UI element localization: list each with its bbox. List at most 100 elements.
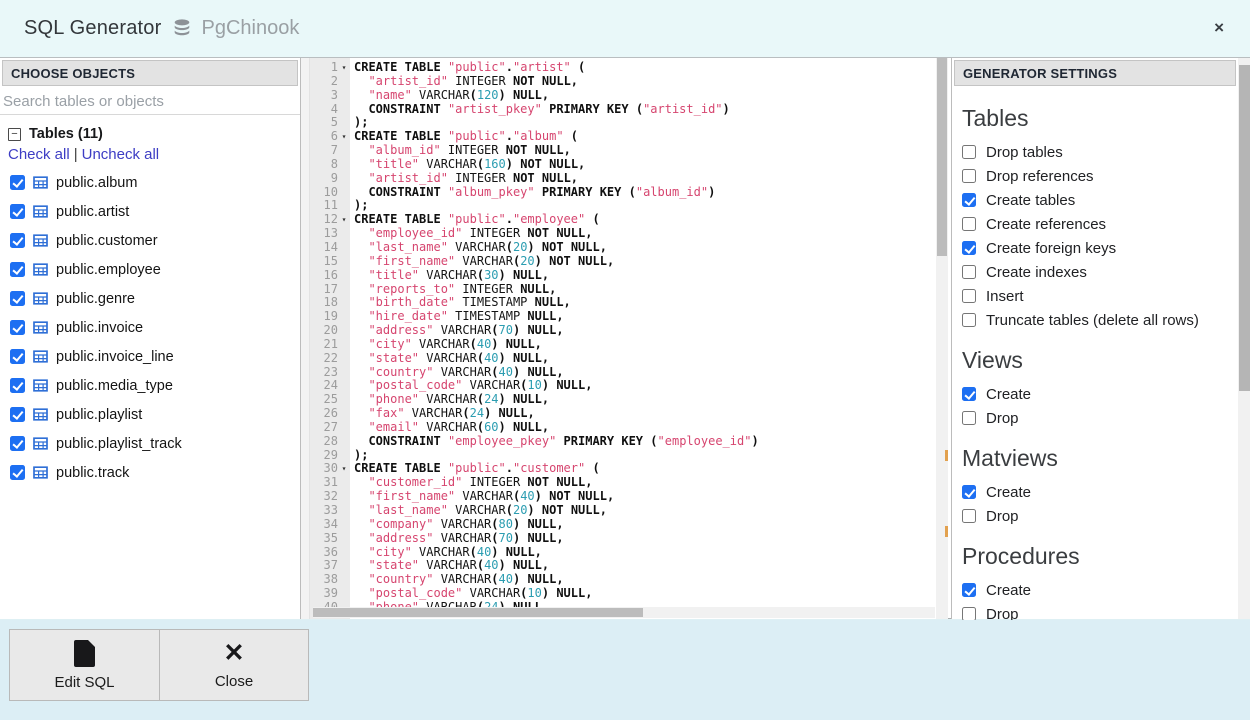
table-checkbox[interactable] — [10, 465, 25, 480]
fold-spacer — [338, 338, 350, 352]
table-row[interactable]: public.playlist_track — [0, 429, 300, 458]
edit-sql-label: Edit SQL — [54, 674, 114, 691]
edit-sql-button[interactable]: Edit SQL — [10, 630, 159, 700]
setting-checkbox[interactable] — [962, 265, 976, 279]
setting-checkbox[interactable] — [962, 387, 976, 401]
setting-checkbox[interactable] — [962, 583, 976, 597]
dialog-close-button[interactable]: × — [1214, 17, 1224, 39]
setting-option-row[interactable]: Drop references — [962, 164, 1228, 188]
footer-button-group: Edit SQL ✕ Close — [9, 629, 309, 701]
editor-vertical-scrollbar-thumb[interactable] — [937, 58, 947, 256]
sql-editor[interactable]: 1▾CREATE TABLE "public"."artist" (2 "art… — [310, 58, 936, 619]
fold-arrow-icon[interactable]: ▾ — [338, 130, 350, 144]
table-row[interactable]: public.employee — [0, 255, 300, 284]
code-text: "customer_id" INTEGER NOT NULL, — [350, 476, 592, 490]
table-checkbox[interactable] — [10, 407, 25, 422]
setting-option-row[interactable]: Create — [962, 382, 1228, 406]
setting-option-row[interactable]: Truncate tables (delete all rows) — [962, 308, 1228, 332]
link-separator: | — [70, 146, 82, 163]
setting-label: Truncate tables (delete all rows) — [986, 312, 1199, 329]
table-checkbox[interactable] — [10, 262, 25, 277]
fold-arrow-icon[interactable]: ▾ — [338, 213, 350, 227]
setting-checkbox[interactable] — [962, 509, 976, 523]
setting-option-row[interactable]: Create tables — [962, 188, 1228, 212]
choose-objects-header: CHOOSE OBJECTS — [2, 60, 298, 86]
table-checkbox[interactable] — [10, 378, 25, 393]
code-text: ); — [350, 449, 368, 463]
setting-option-row[interactable]: Create foreign keys — [962, 236, 1228, 260]
table-checkbox[interactable] — [10, 175, 25, 190]
setting-checkbox[interactable] — [962, 145, 976, 159]
table-checkbox[interactable] — [10, 204, 25, 219]
table-checkbox[interactable] — [10, 320, 25, 335]
settings-scrollbar[interactable] — [1238, 58, 1250, 619]
fold-arrow-icon[interactable]: ▾ — [338, 61, 350, 75]
setting-checkbox[interactable] — [962, 169, 976, 183]
editor-horizontal-scrollbar[interactable] — [313, 607, 935, 618]
editor-horizontal-scrollbar-thumb[interactable] — [313, 608, 643, 617]
setting-option-row[interactable]: Create indexes — [962, 260, 1228, 284]
setting-label: Create indexes — [986, 264, 1087, 281]
table-row[interactable]: public.album — [0, 168, 300, 197]
code-line: 5); — [310, 116, 936, 130]
setting-checkbox[interactable] — [962, 289, 976, 303]
table-row[interactable]: public.genre — [0, 284, 300, 313]
fold-spacer — [338, 296, 350, 310]
table-row[interactable]: public.invoice_line — [0, 342, 300, 371]
setting-option-row[interactable]: Drop — [962, 406, 1228, 430]
setting-checkbox[interactable] — [962, 485, 976, 499]
fold-spacer — [338, 449, 350, 463]
file-icon — [74, 640, 95, 667]
setting-option-row[interactable]: Drop tables — [962, 140, 1228, 164]
section-heading: Matviews — [962, 445, 1228, 472]
setting-option-row[interactable]: Create — [962, 578, 1228, 602]
close-button[interactable]: ✕ Close — [159, 630, 308, 700]
code-text: "first_name" VARCHAR(40) NOT NULL, — [350, 490, 614, 504]
setting-option-row[interactable]: Insert — [962, 284, 1228, 308]
code-text: CREATE TABLE "public"."customer" ( — [350, 462, 600, 476]
fold-spacer — [338, 504, 350, 518]
editor-vertical-scrollbar[interactable] — [936, 58, 948, 619]
left-panel-scroll-track[interactable] — [301, 58, 310, 619]
setting-option-row[interactable]: Create — [962, 480, 1228, 504]
check-all-link[interactable]: Check all — [8, 146, 70, 163]
settings-section: Views Create Drop — [962, 347, 1228, 430]
setting-checkbox[interactable] — [962, 193, 976, 207]
code-line: 22 "state" VARCHAR(40) NULL, — [310, 352, 936, 366]
code-line: 35 "address" VARCHAR(70) NULL, — [310, 532, 936, 546]
setting-option-row[interactable]: Drop — [962, 504, 1228, 528]
table-checkbox[interactable] — [10, 436, 25, 451]
setting-label: Drop tables — [986, 144, 1063, 161]
table-row[interactable]: public.track — [0, 458, 300, 487]
fold-arrow-icon[interactable]: ▾ — [338, 462, 350, 476]
setting-option-row[interactable]: Create references — [962, 212, 1228, 236]
table-row[interactable]: public.customer — [0, 226, 300, 255]
setting-checkbox[interactable] — [962, 313, 976, 327]
line-number: 39 — [310, 587, 338, 601]
settings-section: Tables Drop tables Drop references Creat… — [962, 105, 1228, 332]
fold-spacer — [338, 393, 350, 407]
fold-spacer — [338, 573, 350, 587]
setting-checkbox[interactable] — [962, 241, 976, 255]
table-checkbox[interactable] — [10, 233, 25, 248]
line-number: 5 — [310, 116, 338, 130]
setting-checkbox[interactable] — [962, 217, 976, 231]
table-row[interactable]: public.invoice — [0, 313, 300, 342]
setting-label: Create foreign keys — [986, 240, 1116, 257]
setting-checkbox[interactable] — [962, 411, 976, 425]
table-name: public.playlist_track — [56, 436, 182, 452]
setting-checkbox[interactable] — [962, 607, 976, 621]
code-text: "company" VARCHAR(80) NULL, — [350, 518, 564, 532]
code-line: 3 "name" VARCHAR(120) NULL, — [310, 89, 936, 103]
table-checkbox[interactable] — [10, 349, 25, 364]
collapse-icon[interactable]: − — [8, 128, 21, 141]
search-input[interactable] — [0, 88, 300, 115]
table-row[interactable]: public.playlist — [0, 400, 300, 429]
table-checkbox[interactable] — [10, 291, 25, 306]
fold-spacer — [338, 518, 350, 532]
table-row[interactable]: public.artist — [0, 197, 300, 226]
table-row[interactable]: public.media_type — [0, 371, 300, 400]
settings-scrollbar-thumb[interactable] — [1239, 65, 1250, 391]
line-number: 21 — [310, 338, 338, 352]
uncheck-all-link[interactable]: Uncheck all — [82, 146, 160, 163]
